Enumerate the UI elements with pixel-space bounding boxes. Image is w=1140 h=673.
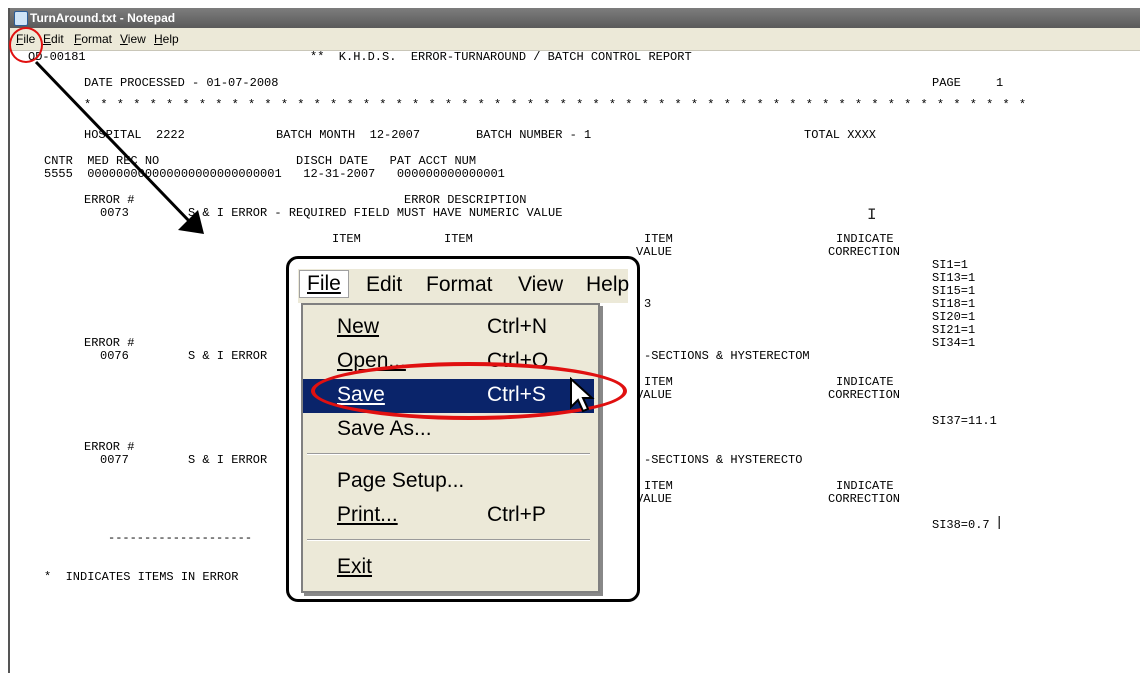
text-caret: | <box>995 515 1004 531</box>
item-header: ITEM <box>444 232 473 246</box>
column-values: 5555 000000000000000000000000001 12-31-2… <box>44 167 505 181</box>
error-code: 0076 <box>100 349 129 363</box>
menu-edit[interactable]: Edit <box>43 32 64 46</box>
dash-rule: -------------------- <box>108 531 253 545</box>
mouse-pointer-icon <box>570 377 595 413</box>
menu-item-print[interactable]: Print... Ctrl+P <box>303 499 594 533</box>
correction-value: SI34=1 <box>932 336 976 350</box>
error-description: S & I ERROR - REQUIRED FIELD MUST HAVE N… <box>188 206 563 220</box>
zoom-menu-edit[interactable]: Edit <box>366 273 402 297</box>
value-header: VALUE <box>636 245 673 259</box>
menu-item-new[interactable]: New Ctrl+N <box>303 311 594 345</box>
error-description-tail: -SECTIONS & HYSTERECTO <box>644 453 803 467</box>
star-rule: * * * * * * * * * * * * * * * * * * * * … <box>84 98 1028 112</box>
total: TOTAL XXXX <box>804 128 877 142</box>
batch-number: BATCH NUMBER - 1 <box>476 128 592 142</box>
error-description-tail: -SECTIONS & HYSTERECTOM <box>644 349 810 363</box>
value-header: VALUE <box>636 492 673 506</box>
correction-header: CORRECTION <box>828 492 901 506</box>
error-description: S & I ERROR <box>188 453 268 467</box>
zoom-menu-file[interactable]: File <box>299 270 349 298</box>
error-code: 0073 <box>100 206 129 220</box>
ibeam-cursor-icon: I <box>867 206 877 224</box>
item-header: ITEM <box>332 232 361 246</box>
menu-item-exit[interactable]: Exit <box>303 551 594 585</box>
menu-separator <box>307 539 590 541</box>
page-label: PAGE <box>932 76 961 90</box>
batch-month: BATCH MONTH 12-2007 <box>276 128 421 142</box>
menu-view[interactable]: View <box>120 32 146 46</box>
value-header: VALUE <box>636 388 673 402</box>
page-number: 1 <box>996 76 1004 90</box>
window-title: TurnAround.txt - Notepad <box>30 11 176 25</box>
value-fragment: 3 <box>644 297 652 311</box>
footnote: * INDICATES ITEMS IN ERROR <box>44 570 239 584</box>
error-code: 0077 <box>100 453 129 467</box>
correction-value: SI38=0.7 <box>932 518 990 532</box>
menu-bar: File Edit Format View Help <box>10 28 1140 51</box>
date-processed: DATE PROCESSED - 01-07-2008 <box>84 76 279 90</box>
zoom-menu-format[interactable]: Format <box>426 273 493 297</box>
menu-item-page-setup[interactable]: Page Setup... <box>303 465 594 499</box>
file-dropdown: New Ctrl+N Open... Ctrl+O Save Ctrl+S Save … <box>301 303 600 593</box>
correction-value: SI37=11.1 <box>932 414 997 428</box>
report-header: ** K.H.D.S. ERROR-TURNAROUND / BATCH CON… <box>310 50 692 64</box>
correction-header: CORRECTION <box>828 388 901 402</box>
zoom-menu-bar: File Edit Format View Help <box>298 269 629 303</box>
zoom-menu-help[interactable]: Help <box>586 273 629 297</box>
notepad-icon <box>14 11 28 26</box>
hospital: HOSPITAL 2222 <box>84 128 185 142</box>
error-description: S & I ERROR <box>188 349 268 363</box>
menu-help[interactable]: Help <box>154 32 179 46</box>
title-bar: TurnAround.txt - Notepad <box>10 8 1140 28</box>
correction-header: CORRECTION <box>828 245 901 259</box>
annotation-circle <box>9 27 43 63</box>
zoom-menu-view[interactable]: View <box>518 273 563 297</box>
menu-format[interactable]: Format <box>74 32 112 46</box>
menu-separator <box>307 453 590 455</box>
zoom-callout: File Edit Format View Help New Ctrl+N Ope… <box>286 256 640 602</box>
